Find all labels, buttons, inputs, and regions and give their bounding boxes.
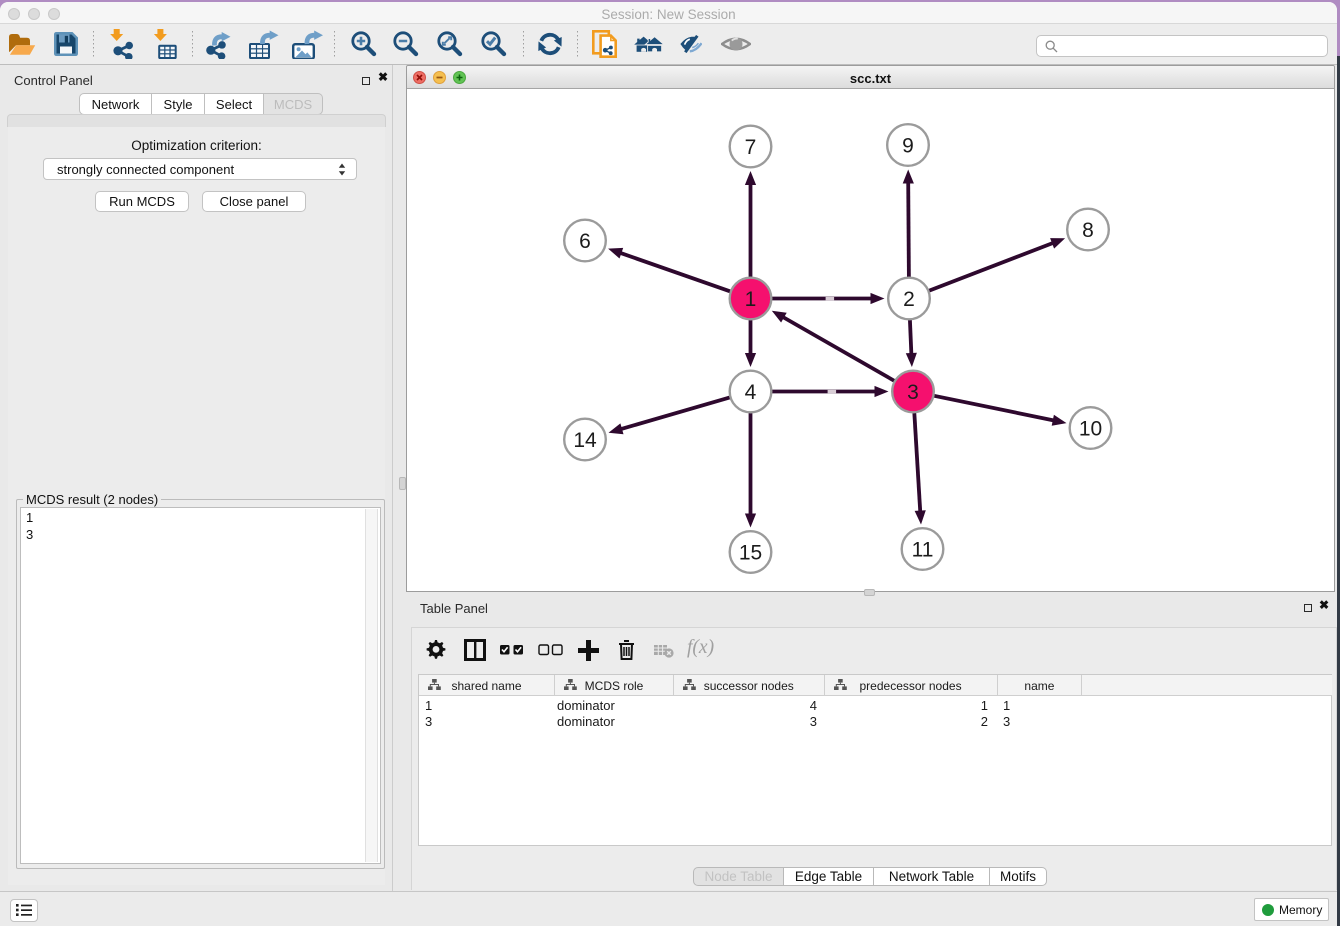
svg-text:10: 10	[1079, 418, 1102, 441]
svg-text:8: 8	[1082, 219, 1094, 242]
svg-text:4: 4	[745, 381, 757, 404]
svg-text:14: 14	[573, 429, 597, 452]
svg-text:7: 7	[745, 136, 757, 159]
svg-text:11: 11	[912, 539, 934, 562]
svg-text:2: 2	[903, 288, 915, 311]
svg-text:3: 3	[907, 381, 919, 404]
svg-text:6: 6	[579, 230, 591, 253]
svg-text:9: 9	[902, 135, 914, 158]
svg-text:1: 1	[745, 288, 757, 311]
svg-text:15: 15	[739, 542, 762, 565]
